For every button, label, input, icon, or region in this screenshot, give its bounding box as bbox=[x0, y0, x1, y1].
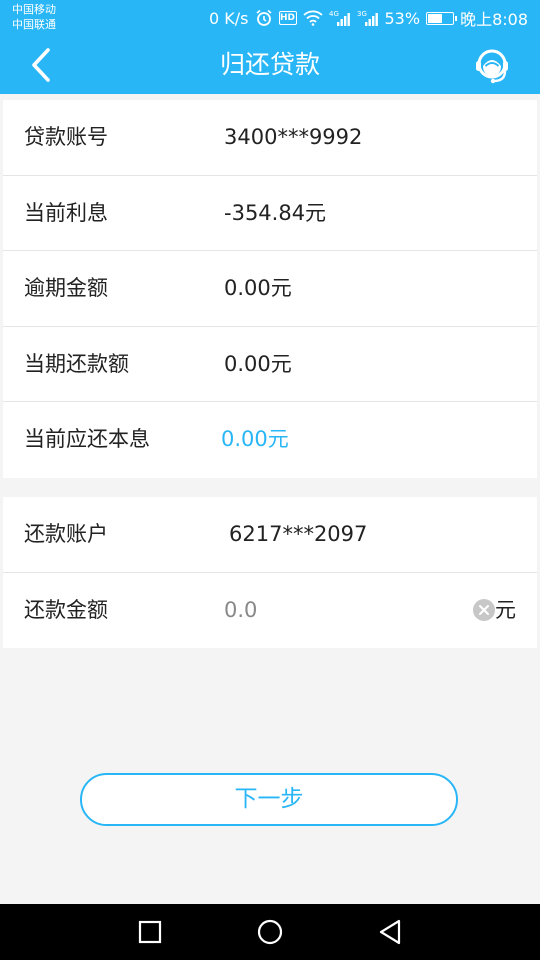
row-label: 逾期金额 bbox=[24, 276, 108, 300]
clear-icon[interactable] bbox=[473, 598, 495, 621]
repayment-form-card: 还款账户 6217***2097 还款金额 0.0 元 bbox=[3, 497, 537, 648]
overdue-amount-row: 逾期金额 0.00元 bbox=[3, 251, 537, 327]
loan-account-row: 贷款账号 3400***9992 bbox=[3, 100, 537, 176]
circle-icon bbox=[257, 919, 283, 945]
system-nav-bar bbox=[0, 904, 540, 960]
repayment-amount-row: 还款金额 0.0 元 bbox=[3, 573, 537, 649]
carrier-2: 中国联通 bbox=[12, 18, 56, 31]
status-bar: 中国移动 中国联通 0 K/s HD 4G 3G 53% 晚上8:08 bbox=[0, 0, 540, 36]
row-value: 0.00元 bbox=[221, 427, 289, 451]
current-interest-row: 当前利息 -354.84元 bbox=[3, 176, 537, 251]
next-step-button[interactable]: 下一步 bbox=[80, 773, 458, 826]
battery-icon bbox=[426, 11, 458, 25]
svg-text:3G: 3G bbox=[357, 10, 367, 18]
square-icon bbox=[138, 920, 162, 944]
row-value: 0.00元 bbox=[224, 351, 292, 376]
triangle-back-icon bbox=[379, 919, 401, 945]
chevron-left-icon bbox=[32, 48, 50, 82]
screen: 中国移动 中国联通 0 K/s HD 4G 3G 53% 晚上8:08 归还贷款… bbox=[0, 0, 540, 960]
row-value: 3400***9992 bbox=[224, 125, 363, 149]
principal-interest-due-row: 当前应还本息 0.00元 bbox=[3, 402, 537, 478]
amount-unit: 元 bbox=[495, 597, 516, 622]
carrier-info: 中国移动 中国联通 bbox=[12, 2, 56, 32]
clock: 晚上8:08 bbox=[460, 10, 528, 29]
customer-service-button[interactable] bbox=[470, 44, 514, 88]
battery-fill bbox=[428, 13, 442, 23]
alarm-icon bbox=[255, 9, 273, 27]
row-value: 0.00元 bbox=[224, 276, 292, 300]
carrier-1: 中国移动 bbox=[12, 3, 56, 16]
back-button[interactable] bbox=[22, 44, 64, 86]
row-label: 还款金额 bbox=[24, 597, 108, 622]
app-bar: 归还贷款 bbox=[0, 36, 540, 94]
signal-3g-icon: 3G bbox=[357, 9, 379, 27]
network-speed: 0 K/s bbox=[209, 8, 249, 28]
repayment-amount-input[interactable]: 0.0 bbox=[224, 573, 257, 648]
current-period-payment-row: 当期还款额 0.00元 bbox=[3, 327, 537, 402]
hd-icon: HD bbox=[278, 11, 297, 25]
row-label: 当期还款额 bbox=[24, 351, 129, 376]
loan-info-card: 贷款账号 3400***9992 当前利息 -354.84元 逾期金额 0.00… bbox=[3, 100, 537, 478]
row-label: 当前应还本息 bbox=[24, 427, 150, 451]
row-label: 还款账户 bbox=[24, 522, 108, 546]
repayment-account-row[interactable]: 还款账户 6217***2097 bbox=[3, 497, 537, 573]
row-label: 贷款账号 bbox=[24, 125, 108, 149]
customer-service-icon bbox=[476, 49, 508, 84]
repayment-account-value[interactable]: 6217***2097 bbox=[229, 497, 367, 572]
page-title: 归还贷款 bbox=[219, 50, 320, 79]
battery-percent: 53% bbox=[384, 8, 421, 28]
home-button[interactable] bbox=[256, 918, 284, 946]
signal-4g-icon: 4G bbox=[329, 9, 351, 27]
recent-apps-button[interactable] bbox=[136, 918, 164, 946]
row-label: 当前利息 bbox=[24, 200, 108, 225]
wifi-icon bbox=[302, 10, 323, 26]
row-value: -354.84元 bbox=[224, 200, 327, 225]
nav-back-button[interactable] bbox=[376, 918, 404, 946]
svg-text:4G: 4G bbox=[329, 10, 339, 18]
status-icons: 0 K/s HD 4G 3G 53% 晚上8:08 bbox=[209, 0, 528, 36]
